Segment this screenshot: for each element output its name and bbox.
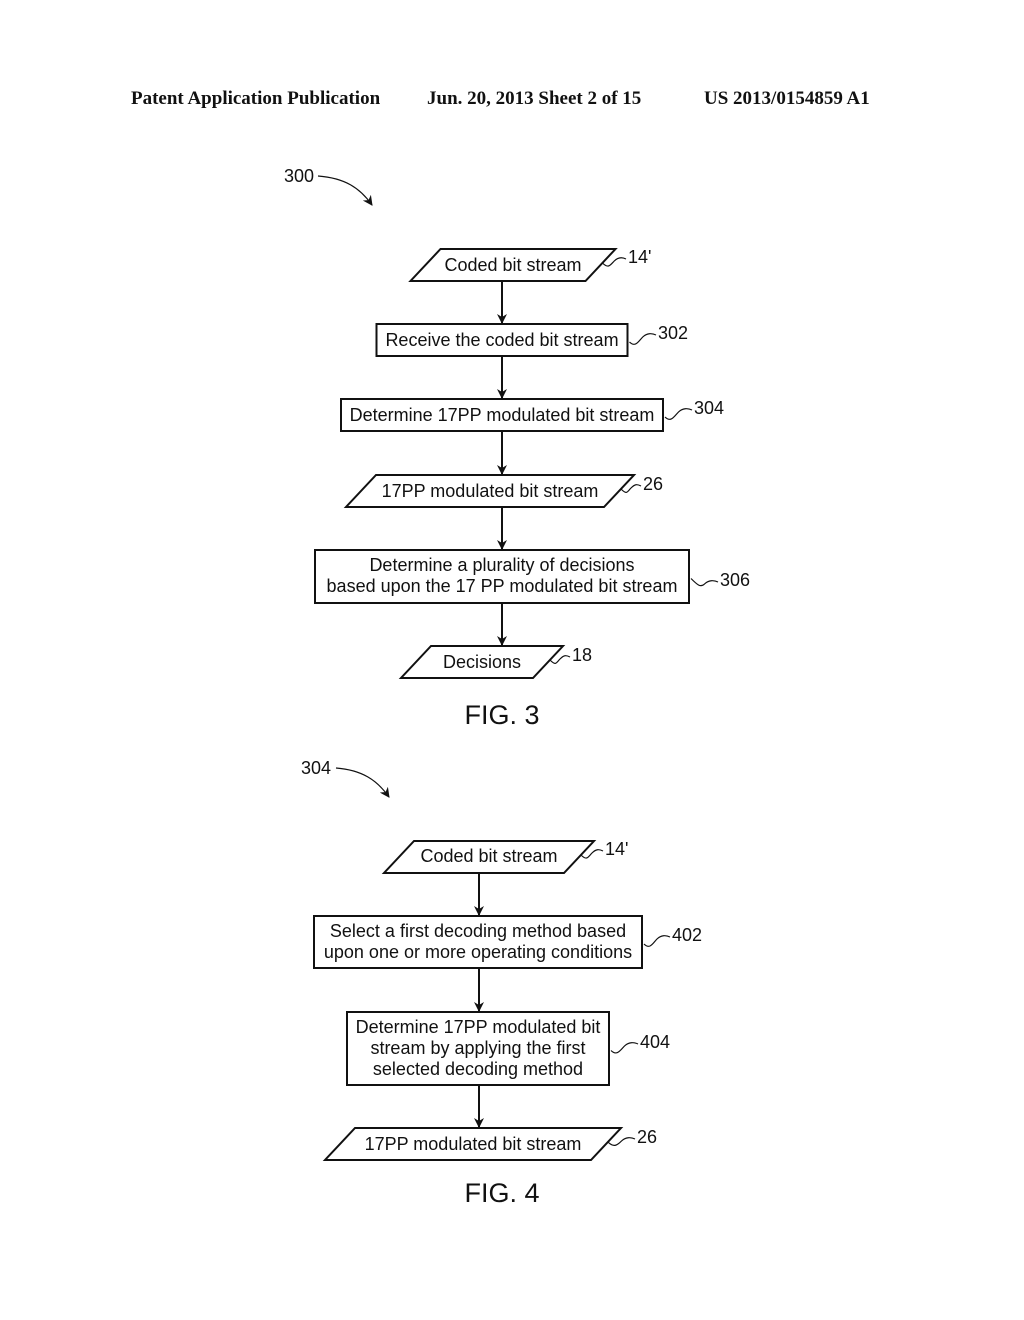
fig3-caption: FIG. 3 bbox=[464, 700, 539, 730]
leader-line bbox=[664, 408, 693, 420]
fig4-node-text: stream by applying the first bbox=[370, 1038, 585, 1058]
leader-line bbox=[610, 1042, 639, 1054]
fig4-node-text: Select a first decoding method based bbox=[330, 921, 626, 941]
fig3-node-text: Receive the coded bit stream bbox=[385, 330, 618, 350]
fig4-node-reference-numeral: 26 bbox=[637, 1127, 657, 1147]
fig3-reference-arrow bbox=[317, 175, 373, 206]
fig3-node-text: based upon the 17 PP modulated bit strea… bbox=[327, 576, 678, 596]
fig4-node-reference-numeral: 402 bbox=[672, 925, 702, 945]
fig4-node-text: upon one or more operating conditions bbox=[324, 942, 632, 962]
fig3-node-reference-numeral: 302 bbox=[658, 323, 688, 343]
fig4-reference-arrow bbox=[335, 767, 390, 798]
fig3-node-text: Determine a plurality of decisions bbox=[369, 555, 634, 575]
fig4-node-reference-numeral: 404 bbox=[640, 1032, 670, 1052]
fig3-node-reference-numeral: 306 bbox=[720, 570, 750, 590]
fig4-node-reference-numeral: 14' bbox=[605, 839, 628, 859]
fig4-node-text: 17PP modulated bit stream bbox=[365, 1134, 582, 1154]
fig3-node-text: Determine 17PP modulated bit stream bbox=[350, 405, 655, 425]
fig4-caption: FIG. 4 bbox=[464, 1178, 539, 1208]
fig3-node-reference-numeral: 26 bbox=[643, 474, 663, 494]
fig3-node-text: Coded bit stream bbox=[444, 255, 581, 275]
fig4-reference-label: 304 bbox=[301, 758, 331, 778]
fig4-node-text: Coded bit stream bbox=[420, 846, 557, 866]
fig3-node-reference-numeral: 14' bbox=[628, 247, 651, 267]
fig3-reference-label: 300 bbox=[284, 166, 314, 186]
fig4-node-text: Determine 17PP modulated bit bbox=[356, 1017, 601, 1037]
fig3-node-reference-numeral: 304 bbox=[694, 398, 724, 418]
fig3-node-reference-numeral: 18 bbox=[572, 645, 592, 665]
leader-line bbox=[643, 935, 671, 947]
flowchart-diagrams: 300 Coded bit stream 14' Receive the coded … bbox=[284, 166, 750, 1208]
fig3-node-text: Decisions bbox=[443, 652, 521, 672]
fig4-node-text: selected decoding method bbox=[373, 1059, 583, 1079]
fig3-node-text: 17PP modulated bit stream bbox=[382, 481, 599, 501]
leader-line bbox=[629, 333, 657, 345]
leader-line bbox=[690, 578, 719, 587]
